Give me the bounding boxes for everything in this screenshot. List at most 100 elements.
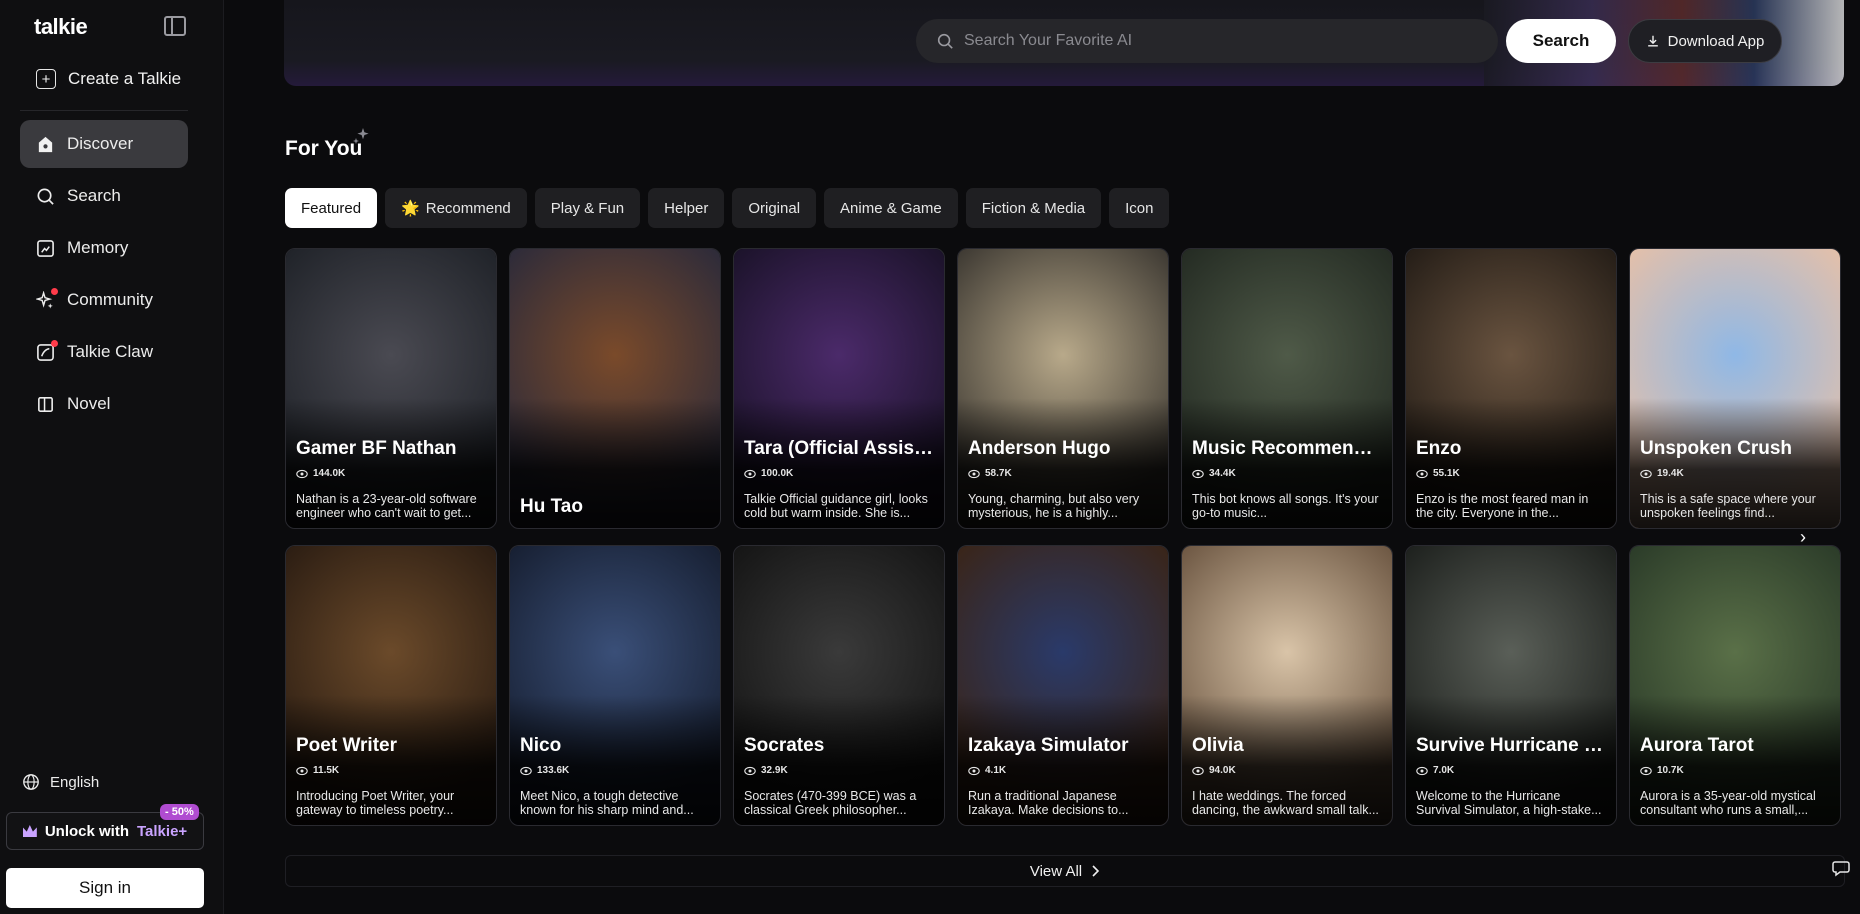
globe-icon <box>23 774 39 790</box>
tab-label: Original <box>748 199 801 217</box>
top-banner: Search Download App <box>284 0 1844 86</box>
sidebar-item-talkie-claw[interactable]: Talkie Claw <box>20 328 188 376</box>
star-icon: 🌟 <box>401 200 420 217</box>
eye-icon <box>1416 469 1428 478</box>
character-description: Enzo is the most feared man in the city.… <box>1416 492 1589 520</box>
character-description: Aurora is a 35-year-old mystical consult… <box>1640 789 1816 817</box>
search-bar[interactable] <box>916 19 1498 63</box>
character-description: Talkie Official guidance girl, looks col… <box>744 492 928 520</box>
chat-count-value: 19.4K <box>1657 468 1684 479</box>
tab-label: Recommend <box>425 199 511 217</box>
eye-icon <box>1416 766 1428 775</box>
download-app-button[interactable]: Download App <box>1628 19 1782 63</box>
sidebar-nav: Discover Search Memory Community Talkie … <box>20 120 188 432</box>
crown-icon <box>22 825 37 837</box>
character-description: Run a traditional Japanese Izakaya. Make… <box>968 789 1129 817</box>
chat-count: 34.4K <box>1192 468 1236 479</box>
eye-icon <box>1640 766 1652 775</box>
tab-label: Helper <box>664 199 709 217</box>
character-card[interactable]: Olivia 94.0K I hate weddings. The forced d… <box>1181 545 1393 826</box>
search-icon <box>36 187 55 206</box>
create-talkie-button[interactable]: + Create a Talkie <box>36 66 181 92</box>
character-name: Tara (Official Assist... <box>744 438 936 459</box>
character-card[interactable]: Survive Hurricane S... 7.0K Welcome to the… <box>1405 545 1617 826</box>
character-name: Izakaya Simulator <box>968 735 1129 756</box>
chat-count-value: 7.0K <box>1433 765 1455 776</box>
chat-count-value: 55.1K <box>1433 468 1460 479</box>
card-row: Gamer BF Nathan 144.0K Nathan is a 23-year… <box>285 248 1841 529</box>
sidebar-item-label: Discover <box>67 134 134 153</box>
chat-count-value: 11.5K <box>313 765 340 776</box>
character-card[interactable]: Music Recommenda... 34.4K This bot knows a… <box>1181 248 1393 529</box>
chat-count-value: 58.7K <box>985 468 1012 479</box>
chat-count: 10.7K <box>1640 765 1684 776</box>
sidebar-collapse-icon[interactable] <box>164 16 186 36</box>
character-name: Aurora Tarot <box>1640 735 1754 756</box>
search-icon <box>937 33 953 49</box>
sparkle-icon <box>353 128 369 144</box>
character-description: Introducing Poet Writer, your gateway to… <box>296 789 455 817</box>
character-name: Hu Tao <box>520 496 583 517</box>
chat-count: 58.7K <box>968 468 1012 479</box>
tab-original[interactable]: Original <box>732 188 817 228</box>
eye-icon <box>1192 469 1204 478</box>
character-card[interactable]: Aurora Tarot 10.7K Aurora is a 35-year-old… <box>1629 545 1841 826</box>
character-name: Enzo <box>1416 438 1462 459</box>
talkie-logo[interactable]: talkie <box>34 14 88 40</box>
sidebar-item-discover[interactable]: Discover <box>20 120 188 168</box>
view-all-button[interactable]: View All <box>285 855 1845 887</box>
character-card[interactable]: Hu Tao <box>509 248 721 529</box>
sign-in-button[interactable]: Sign in <box>6 868 204 908</box>
character-name: Unspoken Crush <box>1640 438 1793 459</box>
search-button[interactable]: Search <box>1506 19 1616 63</box>
create-talkie-label: Create a Talkie <box>68 69 182 88</box>
character-card[interactable]: Gamer BF Nathan 144.0K Nathan is a 23-year… <box>285 248 497 529</box>
chat-count-value: 10.7K <box>1657 765 1684 776</box>
character-description: Young, charming, but also very mysteriou… <box>968 492 1140 520</box>
character-name: Socrates <box>744 735 825 756</box>
tab-recommend[interactable]: 🌟 Recommend <box>385 188 527 228</box>
sidebar-item-label: Talkie Claw <box>67 342 153 361</box>
character-card[interactable]: Tara (Official Assist... 100.0K Talkie Off… <box>733 248 945 529</box>
tab-play-and-fun[interactable]: Play & Fun <box>534 188 641 228</box>
chat-support-icon[interactable] <box>1832 858 1852 878</box>
tab-featured[interactable]: Featured <box>285 188 378 228</box>
tab-fiction-and-media[interactable]: Fiction & Media <box>965 188 1102 228</box>
tab-label: Icon <box>1125 199 1154 217</box>
character-card[interactable]: Unspoken Crush 19.4K This is a safe space … <box>1629 248 1841 529</box>
tab-label: Play & Fun <box>550 199 625 217</box>
character-card[interactable]: Enzo 55.1K Enzo is the most feared man in … <box>1405 248 1617 529</box>
chat-count: 19.4K <box>1640 468 1684 479</box>
eye-icon <box>520 766 532 775</box>
character-description: Nathan is a 23-year-old software enginee… <box>296 492 477 520</box>
character-card[interactable]: Nico 133.6K Meet Nico, a tough detective k… <box>509 545 721 826</box>
character-card[interactable]: Poet Writer 11.5K Introducing Poet Writer,… <box>285 545 497 826</box>
character-description: Socrates (470-399 BCE) was a classical G… <box>744 789 917 817</box>
eye-icon <box>1192 766 1204 775</box>
chat-count: 144.0K <box>296 468 345 479</box>
character-card[interactable]: Socrates 32.9K Socrates (470-399 BCE) was … <box>733 545 945 826</box>
sidebar: talkie + Create a Talkie Discover Search… <box>0 0 224 914</box>
book-icon <box>36 395 55 414</box>
chat-count: 32.9K <box>744 765 788 776</box>
sidebar-item-memory[interactable]: Memory <box>20 224 188 272</box>
tab-label: Anime & Game <box>840 199 942 217</box>
character-card[interactable]: Anderson Hugo 58.7K Young, charming, but a… <box>957 248 1169 529</box>
chat-count: 7.0K <box>1416 765 1454 776</box>
chat-count-value: 4.1K <box>985 765 1007 776</box>
sidebar-item-community[interactable]: Community <box>20 276 188 324</box>
chat-count-value: 34.4K <box>1209 468 1236 479</box>
card-row: Poet Writer 11.5K Introducing Poet Writer,… <box>285 545 1841 826</box>
tab-anime-and-game[interactable]: Anime & Game <box>824 188 958 228</box>
character-card[interactable]: Izakaya Simulator 4.1K Run a traditional J… <box>957 545 1169 826</box>
character-description: Welcome to the Hurricane Survival Simula… <box>1416 789 1602 817</box>
search-input[interactable] <box>964 32 1464 50</box>
tab-helper[interactable]: Helper <box>648 188 725 228</box>
character-name: Olivia <box>1192 735 1244 756</box>
language-selector[interactable]: English <box>22 773 99 791</box>
eye-icon <box>744 766 756 775</box>
tab-icon[interactable]: Icon <box>1109 188 1170 228</box>
sidebar-item-search[interactable]: Search <box>20 172 188 220</box>
carousel-next-icon[interactable]: › <box>1800 527 1814 547</box>
sidebar-item-novel[interactable]: Novel <box>20 380 188 428</box>
